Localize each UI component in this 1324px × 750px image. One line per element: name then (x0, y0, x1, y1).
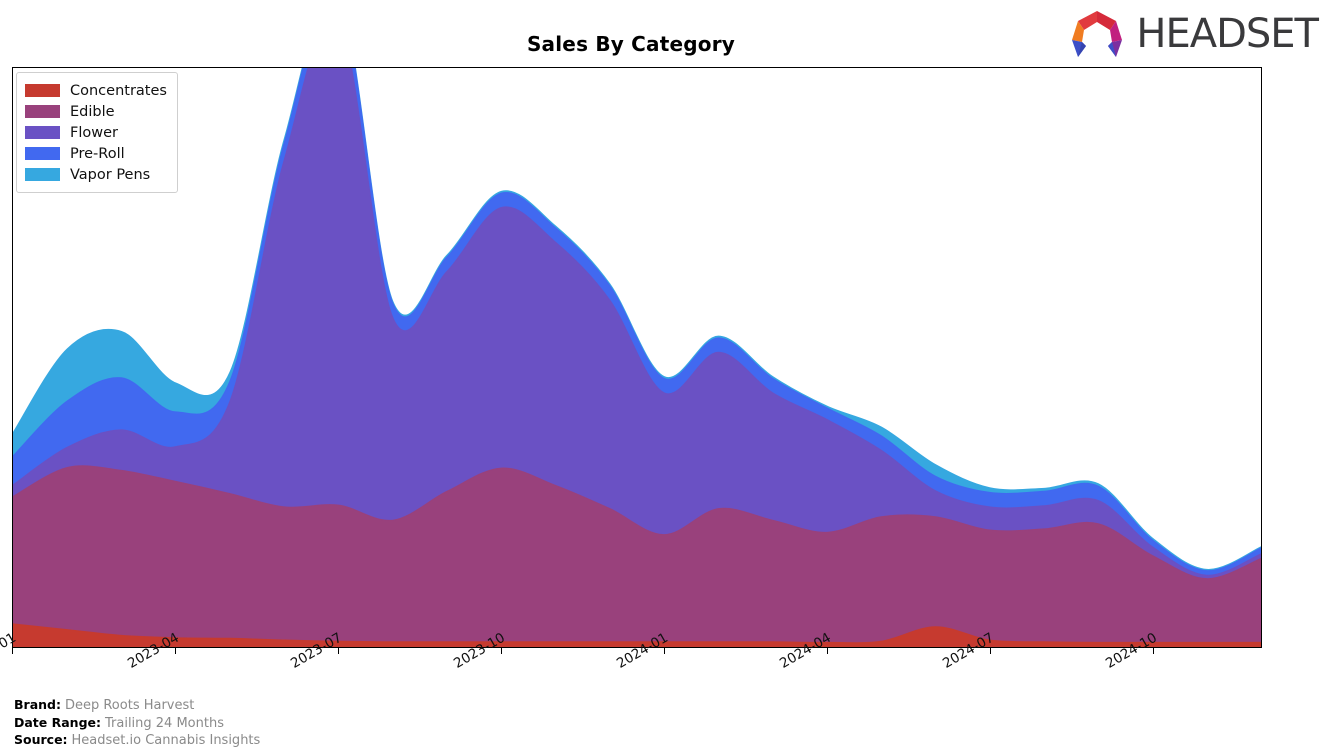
legend-label-flower: Flower (70, 124, 118, 141)
legend-swatch-edible (25, 105, 60, 118)
chart-legend: Concentrates Edible Flower Pre-Roll Vapo… (16, 72, 178, 193)
legend-swatch-concentrates (25, 84, 60, 97)
x-axis-tick-mark (826, 648, 828, 654)
stacked-area-chart (13, 68, 1261, 647)
chart-plot-area (12, 67, 1262, 648)
x-axis-tick-mark (11, 648, 13, 654)
headset-logo: HEADSET (1066, 8, 1319, 60)
legend-label-vapor-pens: Vapor Pens (70, 166, 151, 183)
footer-key-date-range: Date Range: (14, 714, 101, 730)
footer-value-source: Headset.io Cannabis Insights (71, 733, 261, 748)
headset-hexagon-logo (1072, 11, 1123, 57)
footer-row-brand: Brand: Deep Roots Harvest (14, 697, 260, 715)
footer-key-brand: Brand: (14, 697, 61, 712)
x-axis-tick-mark (174, 648, 176, 654)
legend-item[interactable]: Vapor Pens (25, 164, 167, 185)
x-axis-tick-mark (989, 648, 991, 654)
legend-swatch-vapor-pens (25, 168, 60, 181)
legend-item[interactable]: Pre-Roll (25, 143, 167, 164)
legend-label-pre-roll: Pre-Roll (70, 145, 125, 162)
x-axis-tick-mark (663, 648, 665, 654)
x-axis-tick-mark (337, 648, 339, 654)
legend-swatch-flower (25, 126, 60, 139)
x-axis-tick-mark (500, 648, 502, 654)
legend-label-concentrates: Concentrates (70, 82, 167, 99)
legend-label-edible: Edible (70, 103, 115, 120)
chart-footer: Brand: Deep Roots Harvest Date Range: Tr… (14, 697, 260, 750)
legend-item[interactable]: Flower (25, 122, 167, 143)
legend-item[interactable]: Edible (25, 101, 167, 122)
legend-item[interactable]: Concentrates (25, 80, 167, 101)
footer-value-brand: Deep Roots Harvest (64, 698, 195, 713)
legend-swatch-pre-roll (25, 147, 60, 160)
footer-row-date-range: Date Range: Trailing 24 Months (14, 715, 260, 733)
footer-key-source: Source: (14, 732, 68, 747)
x-axis-tick-mark (1152, 648, 1154, 654)
footer-row-source: Source: Headset.io Cannabis Insights (14, 732, 260, 750)
logo-wordmark: HEADSET (1136, 11, 1319, 57)
footer-value-date-range: Trailing 24 Months (104, 715, 224, 731)
